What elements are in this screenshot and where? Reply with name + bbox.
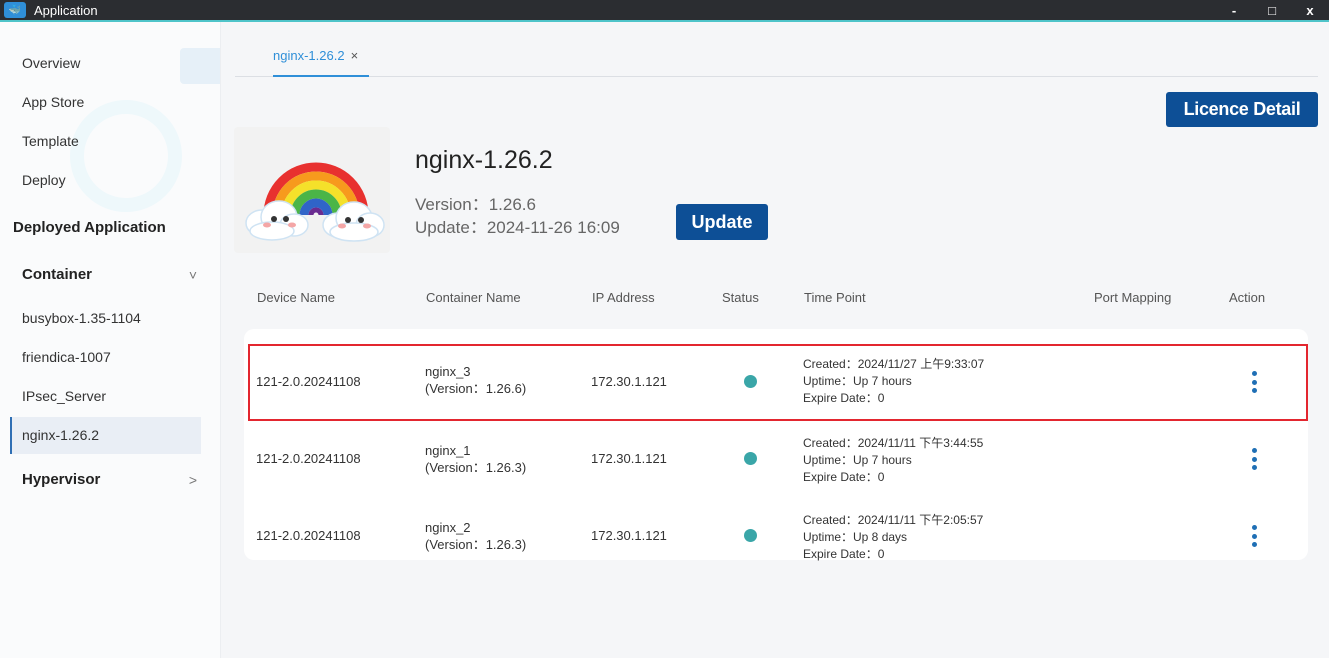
rainbow-clouds-logo-icon [245,162,385,242]
chevron-right-icon: > [188,471,197,488]
expire-date: Expire Date：0 [803,470,885,484]
sidebar-item-template[interactable]: Template [22,133,79,149]
time-point-cell: Created：2024/11/27 上午9:33:07 Uptime：Up 7… [803,356,984,407]
created-time: Created：2024/11/11 下午3:44:55 [803,436,984,450]
table-row[interactable]: 121-2.0.20241108 nginx_2 (Version：1.26.3… [244,498,1308,575]
window-controls: - □ x [1215,0,1329,20]
licence-detail-button[interactable]: Licence Detail [1166,92,1318,127]
container-version: (Version：1.26.6) [425,381,527,396]
device-name-cell: 121-2.0.20241108 [256,374,361,389]
uptime: Uptime：Up 8 days [803,530,908,544]
maximize-button[interactable]: □ [1253,0,1291,20]
sidebar-item-overview[interactable]: Overview [22,55,80,71]
sidebar-group-label: Hypervisor [22,471,101,488]
status-indicator [744,452,757,465]
docker-icon: 🐳 [4,2,26,18]
created-time: Created：2024/11/27 上午9:33:07 [803,357,985,371]
expire-date: Expire Date：0 [803,547,885,561]
ip-address-cell: 172.30.1.121 [591,374,667,389]
container-name-cell: nginx_3 (Version：1.26.6) [425,363,526,397]
uptime: Uptime：Up 7 hours [803,374,912,388]
minimize-button[interactable]: - [1215,0,1253,20]
more-actions-icon[interactable] [1251,448,1257,470]
expire-date: Expire Date：0 [803,391,885,405]
sidebar-item-deploy[interactable]: Deploy [22,172,66,188]
container-name: nginx_1 [425,443,471,458]
status-indicator [744,375,757,388]
background-ring-decoration [70,100,182,212]
ip-address-cell: 172.30.1.121 [591,528,667,543]
ip-address-cell: 172.30.1.121 [591,451,667,466]
sidebar-group-hypervisor[interactable]: Hypervisor > [22,471,197,488]
container-name: nginx_3 [425,364,471,379]
container-table: 121-2.0.20241108 nginx_3 (Version：1.26.6… [244,329,1308,561]
update-button[interactable]: Update [676,204,768,240]
created-time: Created：2024/11/11 下午2:05:57 [803,513,984,527]
sidebar-item-app-store[interactable]: App Store [22,94,84,110]
sidebar-item-ipsec-server[interactable]: IPsec_Server [22,388,106,404]
sidebar: Overview App Store Template Deploy Deplo… [0,22,221,658]
background-button-decoration [180,48,220,84]
column-header-status: Status [722,290,759,305]
sidebar-item-busybox[interactable]: busybox-1.35-1104 [22,310,141,326]
uptime: Uptime：Up 7 hours [803,453,912,467]
sidebar-group-container[interactable]: Container ˅ [22,266,197,283]
container-name-cell: nginx_2 (Version：1.26.3) [425,519,526,553]
device-name-cell: 121-2.0.20241108 [256,451,361,466]
column-header-port: Port Mapping [1094,290,1172,305]
more-actions-icon[interactable] [1251,525,1257,547]
column-header-ip: IP Address [592,290,655,305]
column-header-time: Time Point [804,290,866,305]
sidebar-item-friendica[interactable]: friendica-1007 [22,349,111,365]
app-title: nginx-1.26.2 [415,146,553,174]
column-header-container: Container Name [426,290,521,305]
window-titlebar: 🐳 Application - □ x [0,0,1329,22]
container-name-cell: nginx_1 (Version：1.26.3) [425,442,526,476]
time-point-cell: Created：2024/11/11 下午2:05:57 Uptime：Up 8… [803,512,983,563]
app-version: Version：1.26.6 [415,195,536,214]
app-logo [234,127,390,253]
window-title: Application [34,2,98,18]
container-name: nginx_2 [425,520,471,535]
tab-label: nginx-1.26.2 [273,48,345,63]
container-version: (Version：1.26.3) [425,460,527,475]
status-indicator [744,529,757,542]
device-name-cell: 121-2.0.20241108 [256,528,361,543]
table-row[interactable]: 121-2.0.20241108 nginx_3 (Version：1.26.6… [248,344,1308,421]
more-actions-icon[interactable] [1251,371,1257,393]
table-row[interactable]: 121-2.0.20241108 nginx_1 (Version：1.26.3… [244,421,1308,498]
sidebar-group-label: Container [22,266,93,283]
container-version: (Version：1.26.3) [425,537,527,552]
column-header-action: Action [1229,290,1266,305]
close-icon[interactable]: × [351,48,359,63]
sidebar-item-nginx[interactable]: nginx-1.26.2 [22,427,99,443]
tab-bar: nginx-1.26.2 × [235,44,1318,77]
tab-nginx[interactable]: nginx-1.26.2 × [273,44,369,77]
app-update-time: Update：2024-11-26 16:09 [415,218,620,237]
column-header-device: Device Name [257,290,336,305]
sidebar-section-deployed-application: Deployed Application [13,219,166,236]
close-window-button[interactable]: x [1291,0,1329,20]
chevron-down-icon: ˅ [188,266,197,283]
main-panel: nginx-1.26.2 × Licence Detail nginx-1.26… [222,22,1329,658]
time-point-cell: Created：2024/11/11 下午3:44:55 Uptime：Up 7… [803,435,983,486]
